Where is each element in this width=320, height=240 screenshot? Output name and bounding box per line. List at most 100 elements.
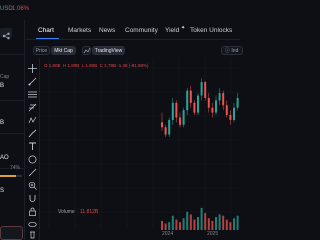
- ohlc-high: H 1.80B: [63, 63, 80, 68]
- horizontal-lines-tool[interactable]: [25, 88, 40, 100]
- ohlc-low: L 1.80B: [81, 63, 98, 68]
- tab-community[interactable]: Community: [125, 27, 158, 34]
- candle-body: [182, 110, 185, 125]
- candle-body: [179, 117, 181, 125]
- percent-value: 74%: [10, 165, 21, 171]
- crosshair-icon: [28, 63, 37, 73]
- market-cap-toggle[interactable]: Mkt Cap: [51, 46, 76, 55]
- candle-body: [218, 93, 221, 101]
- candle-body: [200, 82, 203, 96]
- fib-icon: [28, 103, 37, 111]
- ruler-tool[interactable]: [25, 166, 40, 178]
- volume-bar: [215, 217, 217, 230]
- volume-bar: [218, 214, 221, 230]
- candle-body: [186, 90, 189, 111]
- tab-token-unlocks[interactable]: Token Unlocks: [190, 27, 232, 34]
- volume-bar: [168, 222, 171, 230]
- trend-line-tool[interactable]: [25, 75, 40, 87]
- market-cap-value: B: [0, 83, 5, 89]
- emoji-tool[interactable]: [25, 153, 40, 165]
- stat-value: S: [0, 188, 5, 194]
- pattern-icon: [28, 116, 37, 123]
- candle-body: [171, 102, 174, 120]
- tab-chart[interactable]: Chart: [38, 27, 54, 34]
- x-label: 2024: [162, 231, 174, 237]
- market-cap-label: Cap: [0, 74, 10, 80]
- candle-body: [189, 90, 192, 103]
- volume-bar: [197, 217, 199, 230]
- tab-yield[interactable]: Yield: [165, 27, 179, 34]
- trash-tool[interactable]: [25, 228, 40, 240]
- volume-bar: [236, 215, 239, 230]
- volume-bar: [204, 213, 207, 230]
- candle-body: [168, 119, 171, 135]
- smiley-icon: [28, 155, 37, 163]
- text-icon: [29, 142, 36, 150]
- wallet-input[interactable]: [0, 226, 23, 240]
- ohlc-close: C 1.78B -1.46 (-81.98%): [99, 63, 149, 68]
- candle-body: [207, 97, 210, 108]
- zoom-in-icon: [28, 181, 37, 190]
- top-bar: USD 1.06%: [0, 0, 240, 20]
- horizontal-lines-icon: [28, 91, 37, 97]
- candle-body: [229, 115, 232, 120]
- trend-line-icon: [28, 77, 37, 85]
- candle-body: [225, 105, 228, 116]
- pattern-tool[interactable]: [25, 114, 40, 126]
- volume-value: 11.812B: [80, 209, 99, 215]
- tab-markets[interactable]: Markets: [68, 27, 91, 34]
- share-button[interactable]: [0, 28, 12, 40]
- divider: [0, 133, 24, 134]
- volume-bar: [200, 207, 203, 230]
- indicators-button[interactable]: ⓘ Ind: [221, 46, 243, 55]
- lock-tool[interactable]: [25, 205, 40, 217]
- candle-body: [233, 107, 235, 120]
- candle-body: [161, 122, 163, 128]
- brush-tool[interactable]: [25, 127, 40, 139]
- volume-bar: [179, 222, 181, 230]
- volume-bar: [182, 218, 185, 230]
- volume-bar: [211, 220, 214, 230]
- candle-body: [236, 97, 239, 108]
- candle-body: [164, 127, 167, 135]
- tradingview-toggle[interactable]: TradingView: [92, 46, 125, 55]
- compare-button[interactable]: [82, 46, 91, 55]
- crosshair-tool[interactable]: [25, 62, 40, 74]
- ohlc-open: O 1.80B: [44, 63, 61, 68]
- stat-value: AO: [0, 155, 9, 161]
- candle-body: [193, 102, 196, 113]
- fib-tool[interactable]: [25, 101, 40, 113]
- candle-body: [204, 82, 207, 98]
- zoom-in-tool[interactable]: [25, 179, 40, 191]
- volume-label: Volume: [58, 209, 75, 215]
- divider: [0, 100, 24, 101]
- stat-value: B: [0, 120, 5, 126]
- volume-bar: [222, 215, 225, 230]
- share-icon: [2, 32, 10, 40]
- volume-bar: [171, 215, 174, 230]
- volume-bar: [186, 211, 189, 230]
- indicators-icon: ⓘ: [225, 48, 231, 54]
- top-change-label: 1.06%: [12, 6, 30, 12]
- tab-news[interactable]: News: [99, 27, 115, 34]
- candle-body: [211, 107, 214, 113]
- volume-bar: [233, 218, 235, 230]
- volume-bar: [229, 222, 232, 230]
- yield-badge-icon: ✦: [181, 25, 186, 31]
- price-toggle[interactable]: Price: [33, 46, 50, 55]
- tabbar-divider: [25, 39, 240, 40]
- volume-bar: [175, 219, 178, 230]
- candle-body: [175, 102, 178, 118]
- divider: [0, 54, 24, 55]
- drawing-tools: [25, 58, 40, 240]
- top-price-label: USD: [0, 6, 13, 12]
- candle-body: [215, 100, 217, 113]
- candle-body: [197, 95, 199, 113]
- ohlc-readout: O 1.80B H 1.80B L 1.80B C 1.78B -1.46 (-…: [44, 63, 148, 68]
- volume-bar: [189, 214, 192, 230]
- left-info-panel: Cap B B AO 74% S: [0, 20, 25, 240]
- text-tool[interactable]: [25, 140, 40, 152]
- magnet-tool[interactable]: [25, 192, 40, 204]
- volume-bar: [161, 220, 163, 230]
- x-label: 2025: [207, 231, 219, 237]
